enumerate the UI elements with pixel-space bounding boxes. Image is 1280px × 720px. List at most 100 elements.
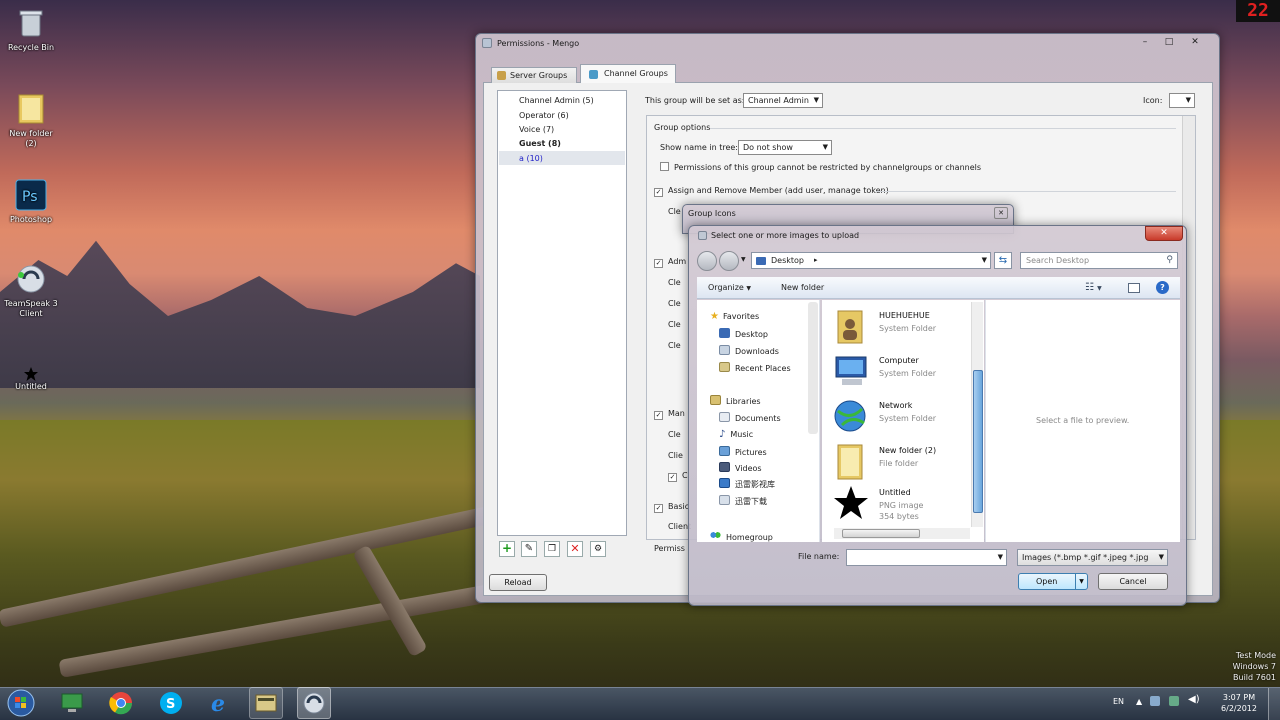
group-item[interactable]: Guest (8) <box>519 139 561 148</box>
taskbar-skype[interactable]: S <box>154 687 188 719</box>
scroll-thumb[interactable] <box>973 370 983 513</box>
taskbar-network-app[interactable] <box>55 687 89 719</box>
desktop-icon-new-folder[interactable]: New folder (2) <box>0 92 67 149</box>
dialog-close-button[interactable]: ✕ <box>1145 226 1183 241</box>
partial-label: Cle <box>668 430 681 439</box>
nav-favorites[interactable]: ★ Favorites <box>710 311 759 322</box>
chevron-down-icon: ▼ <box>1158 553 1164 561</box>
view-menu-icon[interactable]: ☷ ▼ <box>1085 282 1102 293</box>
taskbar-window-manager[interactable] <box>249 687 283 719</box>
file-type-select[interactable]: Images (*.bmp *.gif *.jpeg *.jpg ▼ <box>1017 549 1168 566</box>
nav-desktop[interactable]: Desktop <box>719 328 768 339</box>
close-button[interactable]: ✕ <box>1186 36 1204 48</box>
desktop-icon-teamspeak[interactable]: TeamSpeak 3 Client <box>0 262 67 319</box>
show-name-select[interactable]: Do not show ▼ <box>738 140 832 155</box>
reload-button[interactable]: Reload <box>489 574 547 591</box>
nav-homegroup[interactable]: Homegroup <box>710 530 773 542</box>
icon-label: Icon: <box>1143 96 1163 105</box>
group-settings-button[interactable]: ⚙ <box>590 541 606 557</box>
nav-library-2[interactable]: 迅雷下载 <box>719 495 767 507</box>
history-dropdown[interactable]: ▼ <box>741 256 746 263</box>
start-button[interactable] <box>4 687 38 719</box>
file-item[interactable]: Computer System Folder <box>832 350 972 392</box>
forward-button[interactable] <box>719 251 739 271</box>
rename-group-button[interactable]: ✎ <box>521 541 537 557</box>
adm-checkbox[interactable]: ✓ Adm <box>654 257 686 268</box>
computer-icon <box>832 352 872 390</box>
address-bar[interactable]: Desktop ▸ ▼ <box>751 252 991 269</box>
man-checkbox[interactable]: ✓ Man <box>654 409 685 420</box>
add-group-button[interactable]: + <box>499 541 515 557</box>
tray-icon[interactable] <box>1150 696 1160 706</box>
refresh-button[interactable]: ⇆ <box>994 252 1012 269</box>
cancel-button[interactable]: Cancel <box>1098 573 1168 590</box>
file-list-vscrollbar[interactable] <box>971 302 983 527</box>
nav-pictures[interactable]: Pictures <box>719 446 767 457</box>
group-item[interactable]: Operator (6) <box>519 111 569 120</box>
show-desktop-button[interactable] <box>1268 688 1280 720</box>
file-item[interactable]: Network System Folder <box>832 395 972 437</box>
desktop-icon <box>756 257 766 265</box>
set-as-select[interactable]: Channel Admin ▼ <box>743 93 823 108</box>
recent-places-icon <box>719 362 730 372</box>
teamspeak-icon <box>15 262 47 296</box>
maximize-button[interactable]: □ <box>1160 36 1178 48</box>
file-item[interactable]: HUEHUEHUE System Folder <box>832 305 972 347</box>
nav-library-1[interactable]: 迅雷影视库 <box>719 478 775 490</box>
icon-select[interactable]: ▼ <box>1169 93 1195 108</box>
network-icon[interactable] <box>1169 696 1179 706</box>
basic-checkbox[interactable]: ✓ Basic <box>654 502 689 513</box>
group-item[interactable]: Voice (7) <box>519 125 554 134</box>
clock[interactable]: 3:07 PM 6/2/2012 <box>1214 692 1264 714</box>
group-icons-close-button[interactable]: ✕ <box>994 207 1008 219</box>
file-list-hscrollbar[interactable] <box>834 528 970 539</box>
open-button[interactable]: Open ▼ <box>1018 573 1088 590</box>
tab-server-groups[interactable]: Server Groups <box>491 67 577 83</box>
file-item[interactable]: Untitled PNG image 354 bytes <box>832 482 972 524</box>
delete-group-button[interactable]: ✕ <box>567 541 583 557</box>
organize-menu[interactable]: Organize ▼ <box>708 283 751 292</box>
nav-downloads[interactable]: Downloads <box>719 345 779 356</box>
partial-label: Cle <box>668 299 681 308</box>
nav-documents[interactable]: Documents <box>719 412 781 423</box>
dialog-app-icon <box>698 231 707 240</box>
nav-videos[interactable]: Videos <box>719 462 762 473</box>
file-name-input[interactable]: ▼ <box>846 549 1007 566</box>
search-input[interactable]: Search Desktop ⚲ <box>1020 252 1178 269</box>
help-icon[interactable]: ? <box>1156 281 1169 294</box>
divider <box>876 191 1176 192</box>
copy-group-button[interactable]: ❐ <box>544 541 560 557</box>
group-item-selected[interactable]: a (10) <box>499 151 625 165</box>
desktop-icon-recycle-bin[interactable]: Recycle Bin <box>0 6 67 53</box>
volume-icon[interactable]: ◀) <box>1188 694 1200 705</box>
new-folder-button[interactable]: New folder <box>781 283 824 292</box>
file-name-label: File name: <box>798 552 840 561</box>
language-indicator[interactable]: EN <box>1113 697 1124 706</box>
back-button[interactable] <box>697 251 717 271</box>
nav-recent-places[interactable]: Recent Places <box>719 362 791 373</box>
cannot-restrict-checkbox[interactable]: Permissions of this group cannot be rest… <box>660 162 981 172</box>
desktop-icon-untitled[interactable]: Untitled <box>0 366 67 392</box>
taskbar-internet-explorer[interactable]: e <box>203 687 237 719</box>
preview-pane-icon[interactable] <box>1128 283 1140 293</box>
desktop-icon-photoshop[interactable]: Ps Photoshop <box>0 178 67 225</box>
taskbar-chrome[interactable] <box>104 687 138 719</box>
minimize-button[interactable]: – <box>1136 36 1154 48</box>
tab-icon <box>589 70 598 79</box>
c-checkbox[interactable]: ✓ C <box>668 471 688 482</box>
taskbar-teamspeak[interactable] <box>297 687 331 719</box>
assign-remove-checkbox[interactable]: ✓ Assign and Remove Member (add user, man… <box>654 186 889 197</box>
chevron-down-icon: ▼ <box>813 96 819 104</box>
permissions-link[interactable]: Permiss <box>654 544 685 553</box>
group-item[interactable]: Channel Admin (5) <box>519 96 594 105</box>
checkmark-icon: ✓ <box>654 504 663 513</box>
nav-libraries[interactable]: Libraries <box>710 395 761 406</box>
mountain-silhouette <box>0 240 480 388</box>
nav-music[interactable]: ♪ Music <box>719 429 753 440</box>
tray-expand-icon[interactable]: ▲ <box>1136 697 1142 706</box>
tab-channel-groups[interactable]: Channel Groups <box>580 64 676 83</box>
scroll-thumb[interactable] <box>842 529 920 538</box>
file-item[interactable]: New folder (2) File folder <box>832 440 972 482</box>
nav-scrollbar[interactable] <box>808 302 818 434</box>
tab-icon <box>497 71 506 80</box>
